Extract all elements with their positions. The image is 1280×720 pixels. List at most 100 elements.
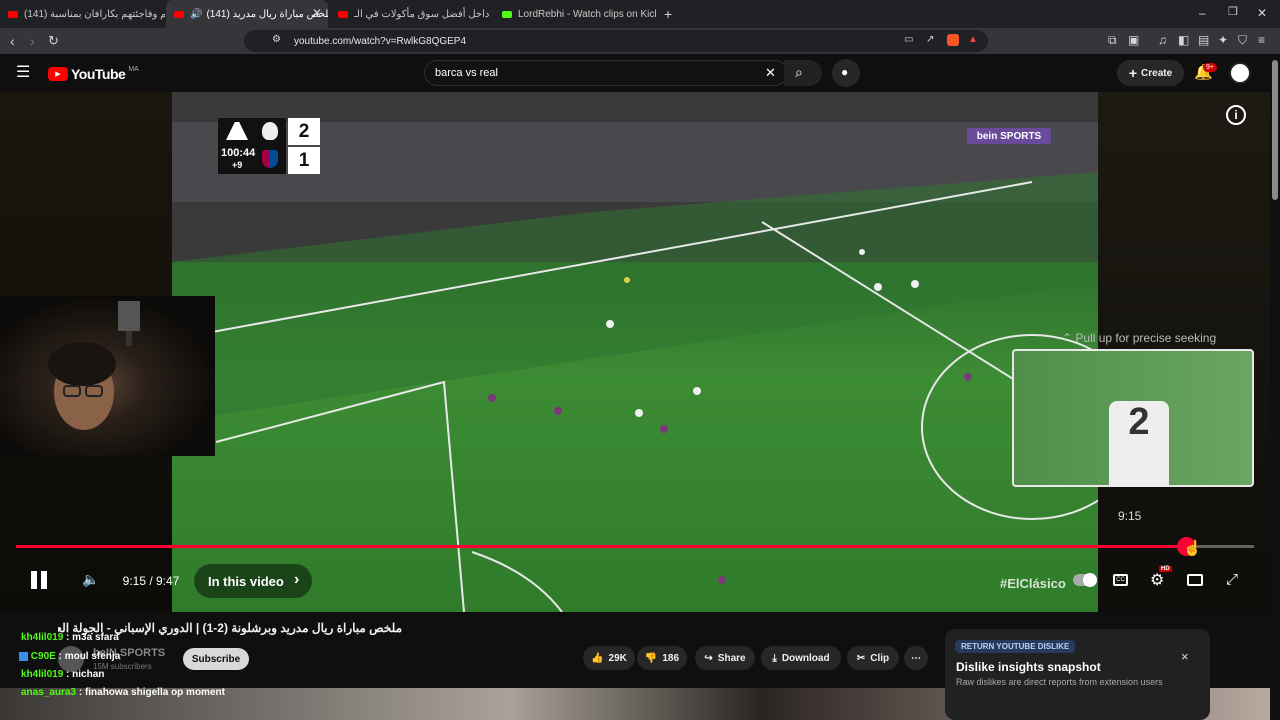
- subscribe-button[interactable]: Subscribe: [183, 648, 249, 670]
- restore-button[interactable]: ❐: [1228, 7, 1238, 18]
- chat-message: kh4lil019 : m3a sfara: [21, 632, 119, 643]
- close-tab-icon[interactable]: ✕: [312, 6, 322, 20]
- seek-preview-thumbnail: 2: [1012, 349, 1254, 487]
- site-info-icon[interactable]: ⚙: [272, 35, 281, 45]
- chat-message: C90E : moul sfenja: [19, 651, 120, 662]
- autoplay-toggle[interactable]: [1073, 573, 1097, 587]
- streamer-face-illustration: [48, 301, 140, 430]
- vpn-icon[interactable]: ⛉: [1238, 34, 1247, 46]
- real-madrid-crest-icon: [262, 122, 278, 140]
- menu-icon[interactable]: ≡: [1258, 34, 1265, 46]
- captions-icon[interactable]: CC: [1113, 574, 1128, 586]
- progress-bar[interactable]: [16, 545, 1254, 548]
- screenshot-icon[interactable]: ▣: [1128, 34, 1139, 46]
- avatar[interactable]: [1229, 62, 1251, 84]
- download-label: Download: [781, 652, 830, 664]
- back-icon[interactable]: ‹: [10, 34, 15, 48]
- info-icon[interactable]: i: [1226, 105, 1246, 125]
- thumbs-up-icon: 👍: [591, 652, 604, 664]
- browser-tab-4[interactable]: LordRebhi - Watch clips on Kick: [494, 0, 656, 28]
- youtube-logo[interactable]: ▶ YouTube MA: [48, 66, 139, 82]
- clip-label: Clip: [870, 652, 890, 664]
- share-icon: ↪: [704, 652, 713, 664]
- browser-tab-3[interactable]: جولة داخل أفضل سوق مأكولات في الـ: [330, 0, 492, 28]
- rewards-icon[interactable]: ▲: [968, 35, 978, 45]
- chat-text: nichan: [72, 669, 105, 680]
- theater-mode-icon[interactable]: [1187, 574, 1203, 586]
- new-tab-button[interactable]: +: [664, 7, 672, 21]
- dislike-insights-card: RETURN YOUTUBE DISLIKE Dislike insights …: [945, 629, 1210, 720]
- time-display: 9:15 / 9:47: [122, 574, 180, 588]
- hamburger-menu-icon[interactable]: ☰: [16, 65, 30, 81]
- away-score: 1: [288, 147, 320, 174]
- reload-icon[interactable]: ↻: [48, 34, 59, 47]
- match-clock: 100:44: [221, 147, 256, 159]
- browser-toolbar: ‹ › ↻ ⚐ ⚙ youtube.com/watch?v=RwlkG8QGEP…: [0, 28, 1280, 54]
- youtube-favicon-icon: [174, 10, 184, 18]
- settings-gear-icon[interactable]: ⚙: [1150, 570, 1164, 590]
- forward-icon[interactable]: ›: [30, 34, 35, 48]
- search-button[interactable]: ⌕: [784, 60, 822, 86]
- brave-shield-icon[interactable]: [947, 34, 959, 46]
- more-actions-button[interactable]: ⋯: [904, 646, 928, 670]
- browser-tab-2-active[interactable]: 🔊 (141) ملخص مباراة ريال مدريد ✕: [166, 0, 328, 28]
- create-label: Create: [1141, 67, 1173, 79]
- like-button[interactable]: 👍 29K: [583, 646, 635, 670]
- chat-username: kh4lil019: [21, 669, 64, 680]
- card-title: Dislike insights snapshot: [956, 660, 1101, 674]
- youtube-favicon-icon: [8, 10, 18, 18]
- scoreboard-crest-panel: 100:44 +9: [218, 118, 286, 174]
- microphone-icon: ●: [841, 65, 849, 79]
- chevron-right-icon: ›: [294, 571, 300, 588]
- chat-message: kh4lil019 : nichan: [21, 669, 105, 680]
- share-page-icon[interactable]: ↗: [926, 35, 934, 45]
- chat-text: moul sfenja: [64, 651, 121, 662]
- url-field[interactable]: ⚙ youtube.com/watch?v=RwlkG8QGEP4 ▭ ↗ ▲: [244, 30, 988, 52]
- in-this-video-button[interactable]: In this video ›: [194, 564, 312, 598]
- speaker-icon[interactable]: 🔊: [190, 9, 202, 20]
- dislike-count: 186: [662, 652, 680, 664]
- pause-button[interactable]: [31, 571, 48, 589]
- cast-icon[interactable]: ▭: [904, 35, 913, 45]
- sidebar-icon[interactable]: ◧: [1178, 34, 1189, 46]
- extensions-icon[interactable]: ⧉: [1108, 34, 1117, 46]
- autoplay-knob: [1083, 573, 1097, 587]
- close-window-button[interactable]: ✕: [1257, 7, 1267, 19]
- close-card-button[interactable]: ×: [1181, 649, 1189, 664]
- pause-icon: [31, 571, 37, 589]
- leo-ai-icon[interactable]: ✦: [1218, 34, 1228, 46]
- scrollbar-thumb[interactable]: [1272, 60, 1278, 200]
- search-input[interactable]: barca vs real ✕: [424, 60, 788, 86]
- broadcaster-logo: bein SPORTS: [967, 128, 1051, 144]
- card-subtitle: Raw dislikes are direct reports from ext…: [956, 677, 1163, 687]
- chat-username: C90E: [30, 651, 56, 662]
- wallet-icon[interactable]: ▤: [1198, 34, 1209, 46]
- chat-message: anas_aura3 : finahowa shigella op moment: [21, 687, 225, 698]
- fullscreen-icon[interactable]: ⤢: [1226, 571, 1238, 588]
- user-badge-icon: [19, 651, 28, 661]
- minimize-button[interactable]: –: [1199, 7, 1206, 19]
- broadcaster-name: bein SPORTS: [976, 130, 1042, 142]
- create-button[interactable]: + Create: [1117, 60, 1184, 86]
- seek-hint: ⌃ Pull up for precise seeking: [1062, 331, 1216, 345]
- dislike-button[interactable]: 👎 186: [637, 646, 687, 670]
- voice-search-button[interactable]: ●: [832, 59, 860, 87]
- hashtag-overlay: #ElClásico: [1000, 576, 1066, 591]
- player-jersey-number: 2: [1109, 401, 1169, 487]
- browser-tab-1[interactable]: (141) جمعتهم وفاجئتهم بكارافان بمناسبة: [0, 0, 165, 28]
- youtube-favicon-icon: [338, 10, 348, 18]
- clip-button[interactable]: ✂ Clip: [847, 646, 899, 670]
- share-button[interactable]: ↪ Share: [695, 646, 755, 670]
- clear-search-icon[interactable]: ✕: [765, 66, 776, 79]
- scissors-icon: ✂: [856, 652, 866, 664]
- download-button[interactable]: ⤓ Download: [761, 646, 841, 670]
- music-icon[interactable]: ♫: [1158, 34, 1167, 46]
- url-text: youtube.com/watch?v=RwlkG8QGEP4: [294, 35, 467, 47]
- tab-title: (141) ملخص مباراة ريال مدريد: [206, 8, 328, 20]
- cursor-hand-icon: ☝: [1183, 540, 1202, 557]
- tab-title: جولة داخل أفضل سوق مأكولات في الـ: [354, 8, 492, 20]
- search-icon: ⌕: [795, 64, 803, 80]
- chat-text: m3a sfara: [72, 632, 119, 643]
- pause-icon-bar: [41, 571, 47, 589]
- volume-button[interactable]: 🔈: [82, 571, 99, 588]
